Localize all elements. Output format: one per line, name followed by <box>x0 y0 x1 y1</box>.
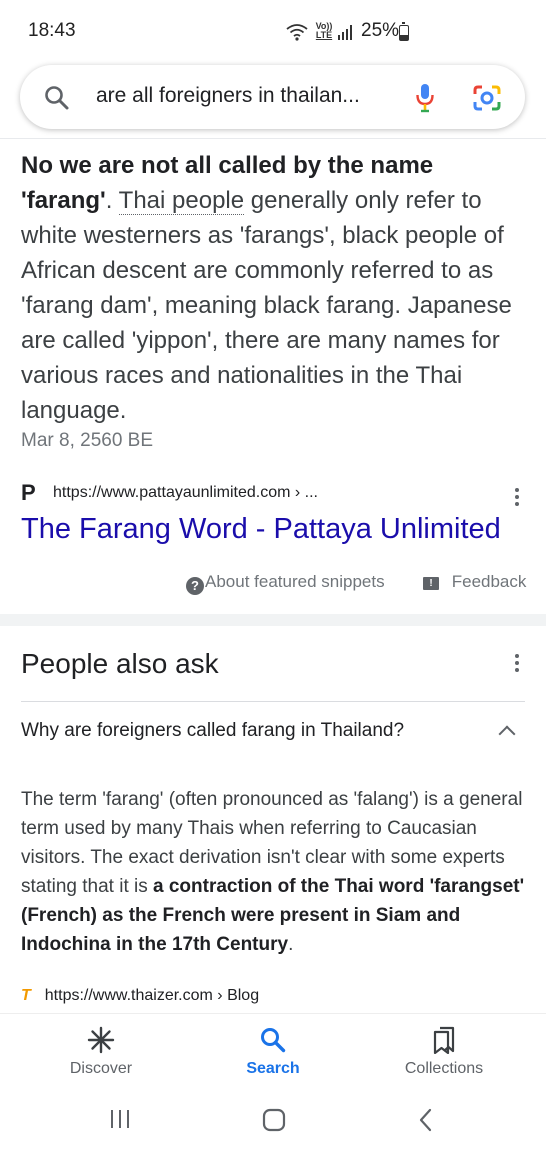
snippet-term-link[interactable]: Thai people <box>118 187 245 215</box>
bookmarks-icon <box>433 1026 455 1054</box>
about-label: About featured snippets <box>205 572 385 591</box>
search-bar[interactable]: are all foreigners in thailan... <box>20 65 525 129</box>
search-icon[interactable] <box>44 85 70 111</box>
more-options-icon[interactable] <box>515 488 519 509</box>
search-icon <box>261 1028 286 1053</box>
nav-discover[interactable]: Discover <box>31 1014 171 1078</box>
nav-discover-label: Discover <box>69 1060 133 1077</box>
site-favicon: P <box>21 480 36 505</box>
paa-source-url[interactable]: https://www.thaizer.com › Blog <box>45 987 259 1004</box>
nav-search-label: Search <box>246 1060 300 1077</box>
snippet-body: generally only refer to white westerners… <box>21 187 512 424</box>
signal-icon <box>338 25 352 40</box>
header-divider <box>0 138 546 139</box>
paa-answer: The term 'farang' (often pronounced as '… <box>21 785 531 959</box>
home-icon[interactable] <box>262 1108 286 1132</box>
lte-badge: Vo)) LTE <box>314 22 334 40</box>
nav-collections[interactable]: Collections <box>374 1014 514 1078</box>
thaizer-favicon: T <box>21 987 31 1004</box>
snippet-date: Mar 8, 2560 BE <box>21 430 154 451</box>
answer-end: . <box>288 934 294 955</box>
lens-icon[interactable] <box>473 85 501 111</box>
wifi-icon <box>286 24 308 41</box>
status-time: 18:43 <box>28 20 76 41</box>
paa-source[interactable]: Thttps://www.thaizer.com › Blog <box>21 987 259 1005</box>
recent-apps-icon[interactable] <box>109 1108 131 1130</box>
snippet-punctuation: . <box>105 187 119 214</box>
bottom-navigation: Discover Search Collections <box>0 1013 546 1094</box>
paa-question[interactable]: Why are foreigners called farang in Thai… <box>21 720 404 742</box>
search-input[interactable]: are all foreigners in thailan... <box>96 84 396 108</box>
snippet-source[interactable]: P https://www.pattayaunlimited.com › ... <box>21 480 531 506</box>
asterisk-icon <box>87 1026 115 1054</box>
help-icon: ? <box>186 577 204 595</box>
about-featured-snippets[interactable]: ? About featured snippets <box>186 572 385 595</box>
battery-percent: 25% <box>361 20 400 41</box>
featured-snippet-text: No we are not all called by the name 'fa… <box>21 148 531 428</box>
nav-search[interactable]: Search <box>203 1014 343 1078</box>
back-icon[interactable] <box>418 1108 434 1132</box>
section-separator <box>0 614 546 626</box>
source-url[interactable]: https://www.pattayaunlimited.com › ... <box>53 484 318 502</box>
nav-collections-label: Collections <box>404 1060 484 1077</box>
system-navigation <box>0 1093 546 1152</box>
status-bar: 18:43 Vo)) LTE 25% <box>0 0 546 62</box>
battery-icon <box>399 22 409 41</box>
feedback-label: Feedback <box>451 572 527 591</box>
lte-badge-bottom: LTE <box>315 30 333 40</box>
paa-more-options-icon[interactable] <box>515 654 519 675</box>
people-also-ask-title: People also ask <box>21 648 219 679</box>
paa-divider <box>21 701 525 702</box>
chevron-up-icon[interactable] <box>498 725 516 743</box>
feedback-icon: ! <box>423 577 439 590</box>
mic-icon[interactable] <box>415 83 435 113</box>
feedback-button[interactable]: ! Feedback <box>423 572 526 592</box>
result-title-link[interactable]: The Farang Word - Pattaya Unlimited <box>21 513 501 546</box>
